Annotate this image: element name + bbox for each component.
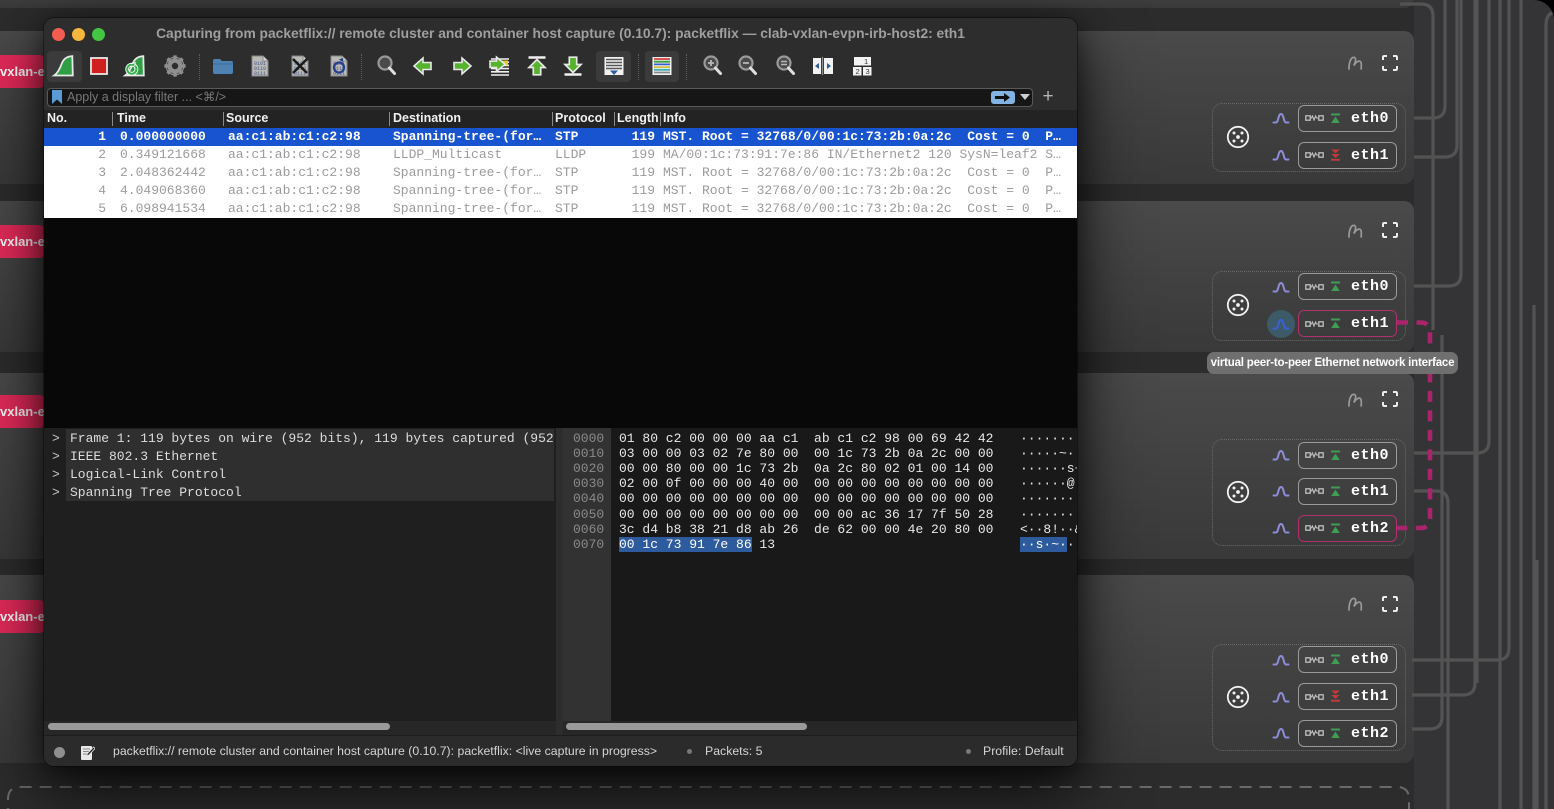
svg-text:0111: 0111 <box>254 71 266 77</box>
svg-text:1: 1 <box>864 57 868 66</box>
svg-text:3: 3 <box>866 67 870 76</box>
svg-text:2: 2 <box>856 67 860 76</box>
